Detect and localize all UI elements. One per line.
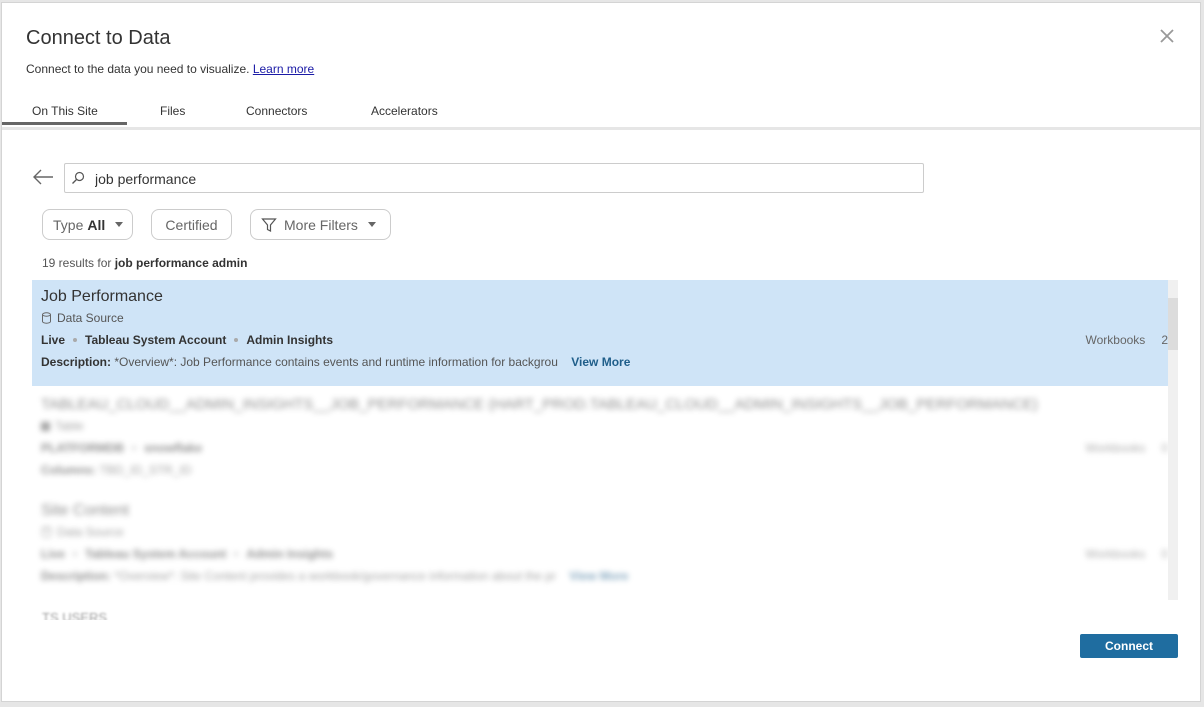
- result-meta: Live Tableau System Account Admin Insigh…: [41, 547, 333, 561]
- type-filter-label: Type: [53, 216, 84, 233]
- search-box: [64, 163, 924, 193]
- results-count: 19 results for job performance admin: [42, 256, 247, 270]
- result-description: Description: *Overview*: Job Performance…: [41, 355, 630, 369]
- description-text: *Overview*: Site Content provides a work…: [114, 569, 556, 583]
- table-icon: [41, 421, 50, 431]
- meta-database: PLATFORMDB: [41, 441, 125, 455]
- workbooks-count: 0: [1161, 547, 1168, 561]
- result-title: TABLEAU_CLOUD__ADMIN_INSIGHTS__JOB_PERFO…: [41, 396, 1038, 413]
- result-type-label: Data Source: [57, 311, 124, 325]
- workbooks-label: Workbooks: [1085, 441, 1146, 455]
- more-filters-label: More Filters: [284, 216, 358, 233]
- connect-to-data-dialog: Connect to Data Connect to the data you …: [1, 2, 1201, 702]
- dialog-title: Connect to Data: [26, 27, 171, 49]
- result-meta: Live Tableau System Account Admin Insigh…: [41, 333, 333, 347]
- tab-files[interactable]: Files: [160, 104, 185, 118]
- connect-button[interactable]: Connect: [1080, 634, 1178, 658]
- meta-owner: Tableau System Account: [85, 333, 227, 347]
- result-type: Data Source: [41, 311, 124, 325]
- list-item[interactable]: Job Performance Data Source Live Tableau…: [32, 280, 1168, 386]
- learn-more-link[interactable]: Learn more: [253, 62, 314, 76]
- view-more-link[interactable]: View More: [571, 355, 630, 369]
- result-type-label: Table: [55, 419, 84, 433]
- workbooks-count: 2: [1161, 333, 1168, 347]
- database-icon: [41, 526, 52, 538]
- result-meta: PLATFORMDB snowflake: [41, 441, 202, 455]
- description-text: *Overview*: Job Performance contains eve…: [114, 355, 558, 369]
- result-title: Site Content: [41, 502, 130, 519]
- search-icon: [71, 171, 85, 190]
- certified-filter-button[interactable]: Certified: [151, 209, 232, 240]
- description-label: Columns:: [41, 463, 97, 477]
- workbooks-label: Workbooks: [1085, 333, 1146, 347]
- result-title: Job Performance: [41, 288, 163, 305]
- chevron-down-icon: [367, 222, 376, 227]
- certified-label: Certified: [165, 216, 218, 233]
- list-item[interactable]: Site Content Data Source Live Tableau Sy…: [32, 494, 1168, 600]
- list-item[interactable]: TABLEAU_CLOUD__ADMIN_INSIGHTS__JOB_PERFO…: [32, 388, 1168, 494]
- results-count-text: 19 results for: [42, 256, 112, 270]
- workbooks-count: 0: [1161, 441, 1168, 455]
- result-title-clipped[interactable]: TS USERS: [42, 610, 107, 620]
- meta-project: Admin Insights: [246, 333, 334, 347]
- type-filter-value: All: [87, 216, 106, 233]
- meta-project: Admin Insights: [246, 547, 334, 561]
- result-type: Table: [41, 419, 84, 433]
- results-list: Job Performance Data Source Live Tableau…: [32, 280, 1178, 620]
- result-type-label: Data Source: [57, 525, 124, 539]
- scrollbar-thumb[interactable]: [1168, 298, 1178, 350]
- database-icon: [41, 312, 52, 324]
- tab-connectors[interactable]: Connectors: [246, 104, 307, 118]
- results-query: job performance admin: [114, 256, 248, 270]
- view-more-link[interactable]: View More: [569, 569, 628, 583]
- search-input[interactable]: [93, 168, 897, 190]
- close-icon[interactable]: [1160, 25, 1174, 47]
- meta-connection: snowflake: [144, 441, 203, 455]
- chevron-down-icon: [115, 222, 124, 227]
- tab-accelerators[interactable]: Accelerators: [371, 104, 438, 118]
- tab-bar: On This Site Files Connectors Accelerato…: [2, 99, 1200, 130]
- result-workbooks: Workbooks 0: [1086, 441, 1169, 455]
- meta-owner: Tableau System Account: [85, 547, 227, 561]
- arrow-left-icon[interactable]: [32, 167, 54, 187]
- description-label: Description:: [41, 569, 112, 583]
- description-text: TBD_ID_STR_ID: [99, 463, 192, 477]
- result-description: Columns: TBD_ID_STR_ID: [41, 463, 192, 477]
- result-workbooks: Workbooks 2: [1086, 333, 1169, 347]
- dialog-subtitle: Connect to the data you need to visualiz…: [26, 62, 314, 76]
- meta-connection: Live: [41, 547, 66, 561]
- result-description: Description: *Overview*: Site Content pr…: [41, 569, 628, 583]
- result-type: Data Source: [41, 525, 124, 539]
- subtitle-text: Connect to the data you need to visualiz…: [26, 62, 250, 76]
- description-label: Description:: [41, 355, 112, 369]
- result-workbooks: Workbooks 0: [1086, 547, 1169, 561]
- meta-connection: Live: [41, 333, 66, 347]
- type-filter-dropdown[interactable]: Type All: [42, 209, 133, 240]
- tab-on-this-site[interactable]: On This Site: [2, 104, 127, 125]
- more-filters-dropdown[interactable]: More Filters: [250, 209, 391, 240]
- filter-icon: [261, 217, 277, 233]
- workbooks-label: Workbooks: [1085, 547, 1146, 561]
